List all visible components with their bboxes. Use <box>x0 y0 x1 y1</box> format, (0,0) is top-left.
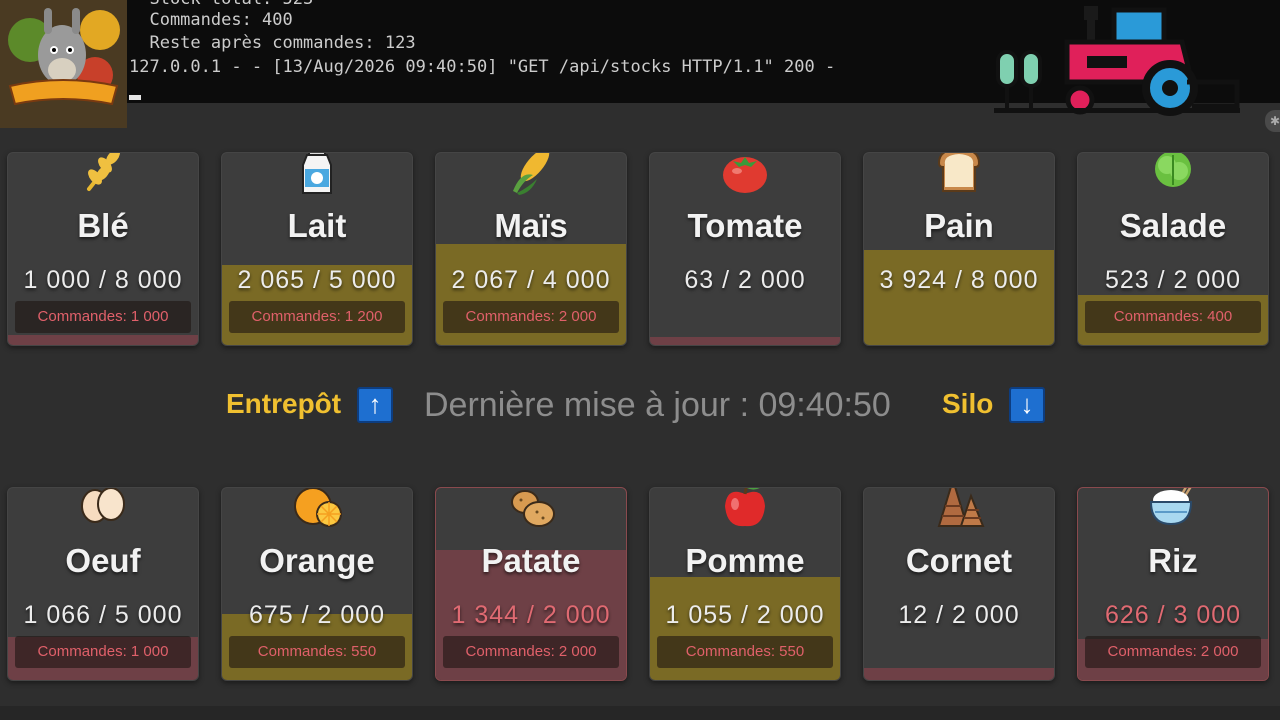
product-name: Orange <box>259 542 375 579</box>
product-name: Lait <box>287 207 347 244</box>
page-footer-strip <box>0 706 1280 720</box>
tractor-icon <box>992 2 1242 116</box>
milk-icon <box>302 153 332 194</box>
stock-level-bar <box>864 668 1054 680</box>
product-name: Salade <box>1119 207 1227 244</box>
rice-icon <box>1149 488 1193 526</box>
stock-level-bar <box>864 250 1054 345</box>
stock-card-orange: Orange 675 / 2 000 Commandes: 550 <box>221 487 413 681</box>
farm-logo <box>0 0 127 128</box>
terminal-line: 127.0.0.1 - - [13/Aug/2026 09:40:50] "GE… <box>129 57 836 77</box>
lettuce-icon <box>1155 153 1191 187</box>
orders-badge: Commandes: 2 000 <box>443 636 619 668</box>
orders-badge: Commandes: 550 <box>657 636 833 668</box>
stock-card-tomate: Tomate 63 / 2 000 <box>649 152 841 346</box>
stock-quantity: 12 / 2 000 <box>898 601 1020 629</box>
wheat-icon <box>87 153 120 191</box>
stock-level-bar <box>8 335 198 345</box>
potato-icon <box>511 490 555 527</box>
terminal-line: Commandes: 400 <box>129 10 293 30</box>
tomato-icon <box>723 157 767 193</box>
stock-card-mais: Maïs 2 067 / 4 000 Commandes: 2 000 <box>435 152 627 346</box>
orders-badge: Commandes: 1 000 <box>15 301 191 333</box>
stock-card-salade: Salade 523 / 2 000 Commandes: 400 <box>1077 152 1269 346</box>
stock-level-bar <box>650 337 840 345</box>
last-update-text: Dernière mise à jour : 09:40:50 <box>424 386 891 424</box>
stock-quantity: 63 / 2 000 <box>684 266 806 294</box>
silo-label: Silo <box>942 388 994 419</box>
stock-card-lait: Lait 2 065 / 5 000 Commandes: 1 200 <box>221 152 413 346</box>
product-name: Maïs <box>494 207 568 244</box>
orders-badge: Commandes: 400 <box>1085 301 1261 333</box>
stock-card-cornet: Cornet 12 / 2 000 <box>863 487 1055 681</box>
stock-quantity: 626 / 3 000 <box>1104 601 1242 629</box>
stock-quantity: 1 066 / 5 000 <box>23 601 183 629</box>
stock-quantity: 675 / 2 000 <box>248 601 386 629</box>
stock-card-patate: Patate 1 344 / 2 000 Commandes: 2 000 <box>435 487 627 681</box>
product-name: Pomme <box>685 542 805 579</box>
stock-card-pomme: Pomme 1 055 / 2 000 Commandes: 550 <box>649 487 841 681</box>
stock-quantity: 2 065 / 5 000 <box>237 266 397 294</box>
terminal-cursor <box>129 95 141 100</box>
stock-card-riz: Riz 626 / 3 000 Commandes: 2 000 <box>1077 487 1269 681</box>
orders-badge: Commandes: 1 200 <box>229 301 405 333</box>
entrepot-label: Entrepôt <box>226 388 342 419</box>
product-name: Tomate <box>687 207 803 244</box>
apple-icon <box>725 488 765 527</box>
product-name: Oeuf <box>65 542 141 579</box>
status-bar: Entrepôt ↑ Dernière mise à jour : 09:40:… <box>0 380 1280 432</box>
settings-gear-icon[interactable]: ✱ <box>1265 110 1280 132</box>
egg-icon <box>81 488 125 523</box>
orders-badge: Commandes: 2 000 <box>443 301 619 333</box>
terminal-line: Reste après commandes: 123 <box>129 33 416 53</box>
cone-icon <box>937 488 985 527</box>
corn-icon <box>513 153 550 195</box>
product-name: Cornet <box>905 542 1013 579</box>
stock-quantity: 1 000 / 8 000 <box>23 266 183 294</box>
bread-icon <box>937 153 981 192</box>
orders-badge: Commandes: 1 000 <box>15 636 191 668</box>
stock-quantity: 2 067 / 4 000 <box>451 266 611 294</box>
orders-badge: Commandes: 2 000 <box>1085 636 1261 668</box>
stock-card-ble: Blé 1 000 / 8 000 Commandes: 1 000 <box>7 152 199 346</box>
stock-quantity: 1 055 / 2 000 <box>665 601 825 629</box>
product-name: Patate <box>481 542 581 579</box>
stock-quantity: 3 924 / 8 000 <box>879 266 1039 294</box>
stock-card-oeuf: Oeuf 1 066 / 5 000 Commandes: 1 000 <box>7 487 199 681</box>
product-name: Pain <box>924 207 994 244</box>
stock-card-pain: Pain 3 924 / 8 000 <box>863 152 1055 346</box>
product-name: Riz <box>1148 542 1198 579</box>
stock-quantity: 523 / 2 000 <box>1104 266 1242 294</box>
entrepot-up-arrow-icon[interactable]: ↑ <box>357 387 393 423</box>
product-name: Blé <box>77 207 129 244</box>
orders-badge: Commandes: 550 <box>229 636 405 668</box>
silo-down-arrow-icon[interactable]: ↓ <box>1009 387 1045 423</box>
stock-quantity: 1 344 / 2 000 <box>451 601 611 629</box>
orange-icon <box>294 488 342 527</box>
